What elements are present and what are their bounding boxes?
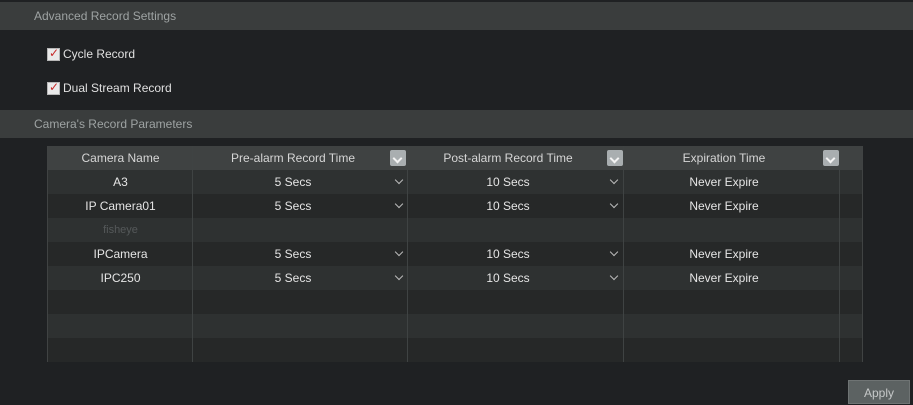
- table-row-empty: [48, 314, 862, 338]
- camera-name-cell: IP Camera01: [85, 199, 156, 213]
- table-row-empty: [48, 338, 862, 362]
- chevron-down-icon: [609, 271, 619, 281]
- chevron-down-icon: [609, 247, 619, 257]
- record-settings-panel: Advanced Record Settings ✓ Cycle Record …: [0, 0, 913, 405]
- table-row: IPCamera 5 Secs 10 Secs Never Expire: [48, 242, 862, 266]
- check-icon: ✓: [49, 45, 60, 60]
- expiration-cell[interactable]: Never Expire: [624, 266, 824, 290]
- camera-name-cell: fisheye: [103, 224, 138, 236]
- cycle-record-option[interactable]: ✓ Cycle Record: [47, 44, 135, 64]
- camera-name-cell: A3: [113, 175, 128, 189]
- pre-alarm-select[interactable]: 5 Secs: [193, 170, 393, 194]
- pre-alarm-select[interactable]: 5 Secs: [193, 242, 393, 266]
- chevron-down-icon: [609, 199, 619, 209]
- camera-name-cell: IPC250: [100, 271, 141, 285]
- column-divider: [839, 146, 840, 362]
- camera-record-parameters-header: Camera's Record Parameters: [0, 110, 913, 138]
- column-divider: [407, 146, 408, 362]
- expiration-batch-dropdown[interactable]: [823, 150, 839, 166]
- cycle-record-checkbox[interactable]: ✓: [47, 45, 60, 61]
- post-alarm-select[interactable]: 10 Secs: [408, 194, 608, 218]
- post-alarm-select[interactable]: 10 Secs: [408, 242, 608, 266]
- post-alarm-select[interactable]: 10 Secs: [408, 170, 608, 194]
- record-parameters-table: Camera Name Pre-alarm Record Time Post-a…: [47, 146, 863, 362]
- apply-button[interactable]: Apply: [848, 380, 910, 404]
- post-alarm-batch-dropdown[interactable]: [607, 150, 623, 166]
- camera-record-parameters-title: Camera's Record Parameters: [34, 117, 193, 131]
- cycle-record-label: Cycle Record: [63, 47, 136, 61]
- chevron-down-icon: [394, 175, 404, 185]
- chevron-down-icon: [609, 175, 619, 185]
- chevron-down-icon: [394, 247, 404, 257]
- column-header-expiration: Expiration Time: [682, 151, 766, 165]
- dual-stream-record-checkbox[interactable]: ✓: [47, 79, 60, 95]
- column-header-camera-name: Camera Name: [81, 151, 160, 165]
- chevron-down-icon: [394, 271, 404, 281]
- pre-alarm-select[interactable]: 5 Secs: [193, 194, 393, 218]
- pre-alarm-select[interactable]: 5 Secs: [193, 266, 393, 290]
- column-divider: [192, 146, 193, 362]
- table-header: Camera Name Pre-alarm Record Time Post-a…: [48, 146, 862, 170]
- table-row: fisheye: [48, 218, 862, 242]
- advanced-record-settings-header: Advanced Record Settings: [0, 2, 913, 30]
- expiration-cell[interactable]: Never Expire: [624, 242, 824, 266]
- dual-stream-record-option[interactable]: ✓ Dual Stream Record: [47, 78, 172, 98]
- pre-alarm-batch-dropdown[interactable]: [390, 150, 406, 166]
- expiration-cell[interactable]: Never Expire: [624, 194, 824, 218]
- table-row: A3 5 Secs 10 Secs Never Expire: [48, 170, 862, 194]
- column-divider: [623, 146, 624, 362]
- column-header-post-alarm: Post-alarm Record Time: [443, 151, 573, 165]
- table-row: IPC250 5 Secs 10 Secs Never Expire: [48, 266, 862, 290]
- table-row: IP Camera01 5 Secs 10 Secs Never Expire: [48, 194, 862, 218]
- dual-stream-record-label: Dual Stream Record: [63, 81, 172, 95]
- advanced-record-settings-title: Advanced Record Settings: [34, 9, 177, 23]
- check-icon: ✓: [49, 79, 60, 94]
- table-row-empty: [48, 290, 862, 314]
- post-alarm-select[interactable]: 10 Secs: [408, 266, 608, 290]
- expiration-cell[interactable]: Never Expire: [624, 170, 824, 194]
- chevron-down-icon: [394, 199, 404, 209]
- camera-name-cell: IPCamera: [93, 247, 148, 261]
- column-header-pre-alarm: Pre-alarm Record Time: [230, 151, 356, 165]
